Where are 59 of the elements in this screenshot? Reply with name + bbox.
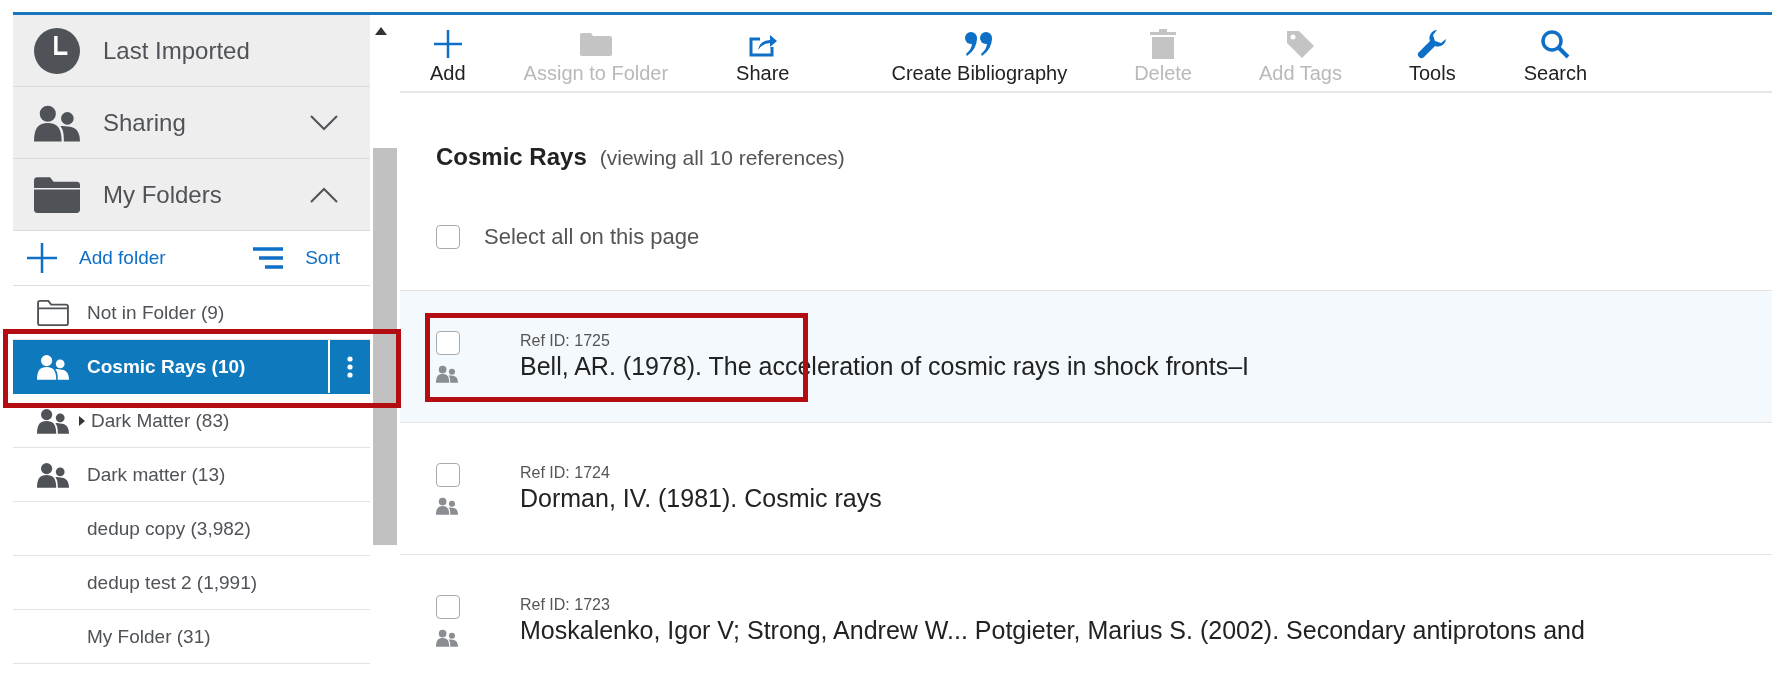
checkbox[interactable] xyxy=(436,330,460,355)
chevron-down-icon xyxy=(310,114,338,131)
section-label: Last Imported xyxy=(103,36,251,65)
folder-label: Not in Folder (9) xyxy=(87,301,225,324)
sort-icon xyxy=(253,247,284,269)
chevron-up-icon xyxy=(310,186,338,203)
reference-title: Dorman, IV. (1981). Cosmic rays xyxy=(520,484,882,513)
scroll-up-icon[interactable] xyxy=(375,27,387,35)
people-icon xyxy=(37,407,69,434)
ref-id: Ref ID: 1725 xyxy=(520,332,611,350)
folder-label: dedup copy (3,982) xyxy=(87,517,251,540)
folder-icon xyxy=(34,176,80,213)
reference-title: Moskalenko, Igor V; Strong, Andrew W... Potgieter, Marius S. (2002). Secondary antiprotons and xyxy=(520,616,1585,645)
add-folder-button[interactable]: Add folder xyxy=(27,243,166,273)
ref-id: Ref ID: 1723 xyxy=(520,596,611,614)
checkbox[interactable] xyxy=(436,594,460,619)
tag-icon xyxy=(1285,29,1316,59)
people-icon xyxy=(37,353,69,380)
expand-arrow-icon[interactable] xyxy=(79,415,85,426)
more-icon xyxy=(347,355,353,378)
folder-title: Cosmic Rays xyxy=(436,143,587,171)
folder-label: Dark Matter (83) xyxy=(91,409,230,432)
ref-id: Ref ID: 1724 xyxy=(520,464,611,482)
plus-icon xyxy=(432,29,463,59)
folder-item[interactable]: Dark Matter (83) xyxy=(13,394,370,448)
reference-row[interactable]: Ref ID: 1724 Dorman, IV. (1981). Cosmic rays xyxy=(400,423,1772,555)
checkbox[interactable] xyxy=(436,224,460,249)
toolbar-button[interactable]: Search xyxy=(1523,26,1588,85)
trash-icon xyxy=(1150,29,1177,59)
sidebar-section[interactable]: My Folders xyxy=(13,159,370,231)
people-icon xyxy=(37,461,69,488)
reference-row[interactable]: Ref ID: 1723 Moskalenko, Igor V; Strong, Andrew W... Potgieter, Marius S. (2002). Secondary antiprotons and xyxy=(400,555,1772,684)
folder-label: My Folder (31) xyxy=(87,625,211,648)
section-label: My Folders xyxy=(103,180,223,209)
quote-icon xyxy=(964,31,995,57)
toolbar-button[interactable]: Create Bibliography xyxy=(891,26,1068,85)
select-all-label: Select all on this page xyxy=(484,223,700,250)
scroll-thumb[interactable] xyxy=(373,148,397,545)
search-icon xyxy=(1540,29,1571,59)
folder-label: dedup test 2 (1,991) xyxy=(87,571,258,594)
folder-outline-icon xyxy=(36,298,70,327)
folder-label: Cosmic Rays (10) xyxy=(87,355,246,378)
sidebar-section[interactable]: Last Imported xyxy=(13,15,370,87)
reference-count: (viewing all 10 references) xyxy=(599,146,845,170)
toolbar-button[interactable]: Tools xyxy=(1409,26,1456,85)
plus-icon xyxy=(27,243,57,273)
section-label: Sharing xyxy=(103,108,187,137)
clock-icon xyxy=(34,27,80,74)
folder-item[interactable]: Dark matter (13) xyxy=(13,448,370,502)
people-icon xyxy=(34,103,80,142)
folder-label: Dark matter (13) xyxy=(87,463,226,486)
wrench-icon xyxy=(1417,29,1448,59)
checkbox[interactable] xyxy=(436,462,460,487)
sidebar-section[interactable]: Sharing xyxy=(13,87,370,159)
toolbar-button[interactable]: Add xyxy=(430,26,466,85)
folder-icon xyxy=(579,32,612,56)
sort-button[interactable]: Sort xyxy=(253,247,340,269)
folder-item[interactable]: Cosmic Rays (10) xyxy=(13,340,370,394)
toolbar-button[interactable]: Share xyxy=(736,26,790,85)
